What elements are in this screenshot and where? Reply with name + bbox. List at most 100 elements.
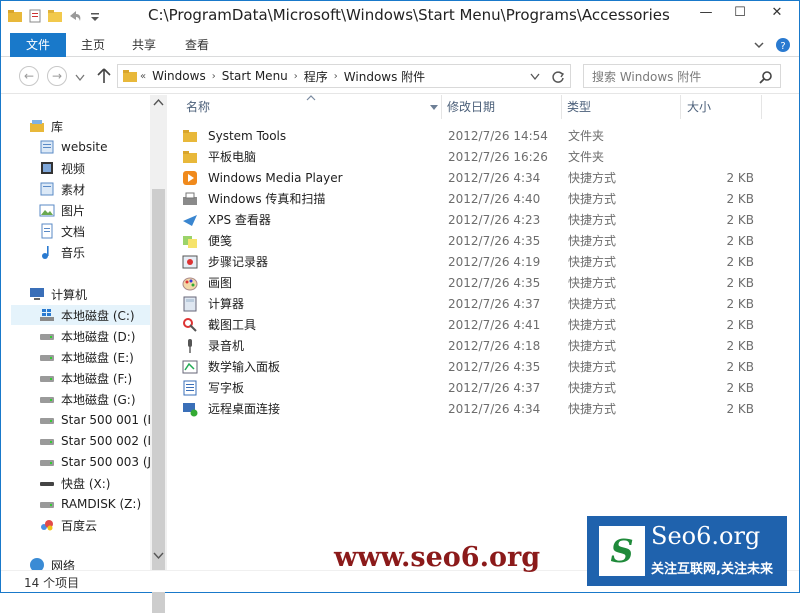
nav-drive-f[interactable]: 本地磁盘 (F:)	[39, 368, 132, 388]
new-folder-icon[interactable]	[47, 8, 63, 24]
nav-library-videos[interactable]: 视频	[39, 158, 85, 178]
file-row-xps-viewer[interactable]: XPS 查看器 2012/7/26 4:23 快捷方式 2 KB	[182, 209, 782, 230]
nav-network[interactable]: 网络	[29, 557, 75, 570]
chevron-down-icon[interactable]	[753, 39, 765, 51]
nav-library-website[interactable]: website	[39, 137, 108, 157]
nav-library-pictures[interactable]: 图片	[39, 200, 85, 220]
recent-locations-icon[interactable]	[75, 74, 85, 82]
nav-drive-g[interactable]: 本地磁盘 (G:)	[39, 389, 136, 409]
address-bar[interactable]: « Windows › Start Menu › 程序 › Windows 附件	[117, 64, 571, 88]
nav-library-materials[interactable]: 素材	[39, 179, 85, 199]
customize-qat-icon[interactable]	[87, 8, 103, 24]
documents-icon	[41, 223, 53, 239]
tab-home[interactable]: 主页	[67, 33, 119, 57]
breadcrumb-accessories[interactable]: Windows 附件	[340, 68, 429, 85]
logo-mark: S	[599, 526, 645, 576]
file-row-paint[interactable]: 画图 2012/7/26 4:35 快捷方式 2 KB	[182, 272, 782, 293]
scroll-up-icon[interactable]	[153, 98, 164, 106]
windows-drive-icon	[40, 309, 54, 321]
column-divider[interactable]	[761, 95, 762, 119]
search-input[interactable]: 搜索 Windows 附件	[583, 64, 781, 88]
folder-icon[interactable]	[7, 8, 23, 24]
tab-view[interactable]: 查看	[171, 33, 223, 57]
nav-item-label: 快盘 (X:)	[61, 476, 111, 491]
nav-drive-h[interactable]: Star 500 001 (H	[39, 410, 150, 430]
address-dropdown-icon[interactable]	[530, 73, 540, 81]
up-arrow-icon[interactable]	[97, 68, 111, 84]
properties-icon[interactable]	[27, 8, 43, 24]
column-filter-icon[interactable]	[429, 104, 439, 111]
nav-baidu-cloud[interactable]: 百度云	[39, 515, 97, 535]
file-row-fax-scan[interactable]: Windows 传真和扫描 2012/7/26 4:40 快捷方式 2 KB	[182, 188, 782, 209]
back-button[interactable]: ←	[19, 66, 39, 86]
usb-drive-icon	[40, 482, 54, 486]
column-divider[interactable]	[441, 95, 442, 119]
file-row-remote-desktop[interactable]: 远程桌面连接 2012/7/26 4:34 快捷方式 2 KB	[182, 398, 782, 419]
video-icon	[41, 162, 53, 174]
nav-drive-d[interactable]: 本地磁盘 (D:)	[39, 326, 135, 346]
music-icon	[42, 246, 49, 259]
nav-drive-j[interactable]: Star 500 003 (J:	[39, 452, 150, 472]
chevron-right-icon[interactable]: ›	[210, 71, 218, 82]
chevron-right-icon[interactable]: ›	[332, 71, 340, 82]
forward-button[interactable]: →	[47, 66, 67, 86]
file-row-calculator[interactable]: 计算器 2012/7/26 4:37 快捷方式 2 KB	[182, 293, 782, 314]
hard-drive-icon	[40, 460, 54, 466]
help-icon[interactable]: ?	[775, 37, 791, 53]
nav-item-label: website	[61, 140, 108, 154]
column-header-date[interactable]: 修改日期	[447, 95, 495, 119]
breadcrumb-programs[interactable]: 程序	[300, 68, 332, 85]
breadcrumb-windows[interactable]: Windows	[148, 69, 210, 83]
file-row-wordpad[interactable]: 写字板 2012/7/26 4:37 快捷方式 2 KB	[182, 377, 782, 398]
file-row-sound-recorder[interactable]: 录音机 2012/7/26 4:18 快捷方式 2 KB	[182, 335, 782, 356]
file-row-math-input[interactable]: 数学输入面板 2012/7/26 4:35 快捷方式 2 KB	[182, 356, 782, 377]
file-date: 2012/7/26 4:41	[448, 317, 541, 332]
nav-library-documents[interactable]: 文档	[39, 221, 85, 241]
tab-share[interactable]: 共享	[118, 33, 170, 57]
file-date: 2012/7/26 4:37	[448, 296, 541, 311]
network-icon	[30, 558, 44, 570]
column-divider[interactable]	[561, 95, 562, 119]
file-size: 2 KB	[726, 212, 754, 227]
breadcrumb-start-menu[interactable]: Start Menu	[218, 69, 292, 83]
breadcrumb-overflow[interactable]: «	[138, 71, 148, 82]
hard-drive-icon	[40, 502, 54, 508]
undo-icon[interactable]	[67, 8, 83, 24]
nav-drive-z[interactable]: RAMDISK (Z:)	[39, 494, 141, 514]
file-row-sticky-notes[interactable]: 便笺 2012/7/26 4:35 快捷方式 2 KB	[182, 230, 782, 251]
minimize-button[interactable]: —	[689, 1, 723, 23]
close-button[interactable]: ✕	[757, 1, 797, 23]
nav-drive-e[interactable]: 本地磁盘 (E:)	[39, 347, 134, 367]
file-row-snipping-tool[interactable]: 截图工具 2012/7/26 4:41 快捷方式 2 KB	[182, 314, 782, 335]
nav-library-music[interactable]: 音乐	[39, 242, 85, 262]
chevron-right-icon[interactable]: ›	[292, 71, 300, 82]
navigation-bar: ← → « Windows › Start Menu › 程序 › Window…	[1, 58, 799, 94]
column-header-name[interactable]: 名称	[186, 95, 210, 119]
steps-recorder-icon	[182, 255, 198, 268]
nav-drive-x[interactable]: 快盘 (X:)	[39, 473, 110, 493]
nav-drive-i[interactable]: Star 500 002 (I:	[39, 431, 150, 451]
pictures-icon	[39, 204, 55, 217]
nav-computer[interactable]: 计算机	[29, 284, 87, 304]
nav-scrollbar[interactable]	[150, 95, 167, 613]
file-row-steps-recorder[interactable]: 步骤记录器 2012/7/26 4:19 快捷方式 2 KB	[182, 251, 782, 272]
column-divider[interactable]	[680, 95, 681, 119]
watermark-logo: S Seo6.org 关注互联网,关注未来	[587, 516, 787, 586]
nav-libraries[interactable]: 库	[29, 116, 63, 136]
hard-drive-icon	[40, 334, 54, 340]
column-header-type[interactable]: 类型	[567, 95, 591, 119]
scrollbar-thumb[interactable]	[152, 189, 165, 613]
column-header-size[interactable]: 大小	[687, 95, 711, 119]
file-row-media-player[interactable]: Windows Media Player 2012/7/26 4:34 快捷方式…	[182, 167, 782, 188]
file-row-tablet-pc[interactable]: 平板电脑 2012/7/26 16:26 文件夹	[182, 146, 782, 167]
maximize-button[interactable]: ☐	[723, 1, 757, 23]
file-size: 2 KB	[726, 296, 754, 311]
nav-item-label: 本地磁盘 (C:)	[61, 308, 135, 323]
scroll-down-icon[interactable]	[153, 552, 164, 560]
search-icon[interactable]	[759, 70, 773, 84]
refresh-icon[interactable]	[550, 69, 566, 85]
nav-drive-c[interactable]: 本地磁盘 (C:)	[11, 305, 150, 325]
tab-file[interactable]: 文件	[10, 33, 66, 57]
file-row-system-tools[interactable]: System Tools 2012/7/26 14:54 文件夹	[182, 125, 782, 146]
nav-network-label: 网络	[51, 559, 76, 570]
